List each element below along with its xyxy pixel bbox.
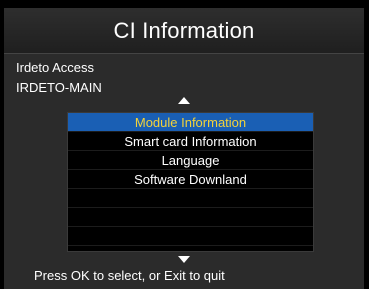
ci-information-screen: CI Information Irdeto Access IRDETO-MAIN…: [0, 0, 369, 289]
cam-module-name: IRDETO-MAIN: [16, 80, 102, 95]
menu-item-empty: [68, 189, 313, 208]
menu-item-language[interactable]: Language: [68, 151, 313, 170]
title-bar: CI Information: [4, 8, 364, 54]
menu-item-module-information[interactable]: Module Information: [68, 113, 313, 132]
options-menu: Module Information Smart card Informatio…: [67, 112, 314, 252]
menu-item-smart-card-information[interactable]: Smart card Information: [68, 132, 313, 151]
menu-item-empty: [68, 227, 313, 246]
menu-item-software-download[interactable]: Software Downland: [68, 170, 313, 189]
content-panel: Irdeto Access IRDETO-MAIN Module Informa…: [4, 54, 364, 265]
hint-text: Press OK to select, or Exit to quit: [34, 268, 225, 283]
page-title: CI Information: [113, 17, 255, 43]
cam-provider-label: Irdeto Access: [16, 60, 95, 75]
hint-bar: Press OK to select, or Exit to quit: [4, 265, 364, 289]
menu-item-empty: [68, 208, 313, 227]
scroll-down-icon[interactable]: [178, 256, 190, 263]
scroll-up-icon[interactable]: [178, 97, 190, 104]
